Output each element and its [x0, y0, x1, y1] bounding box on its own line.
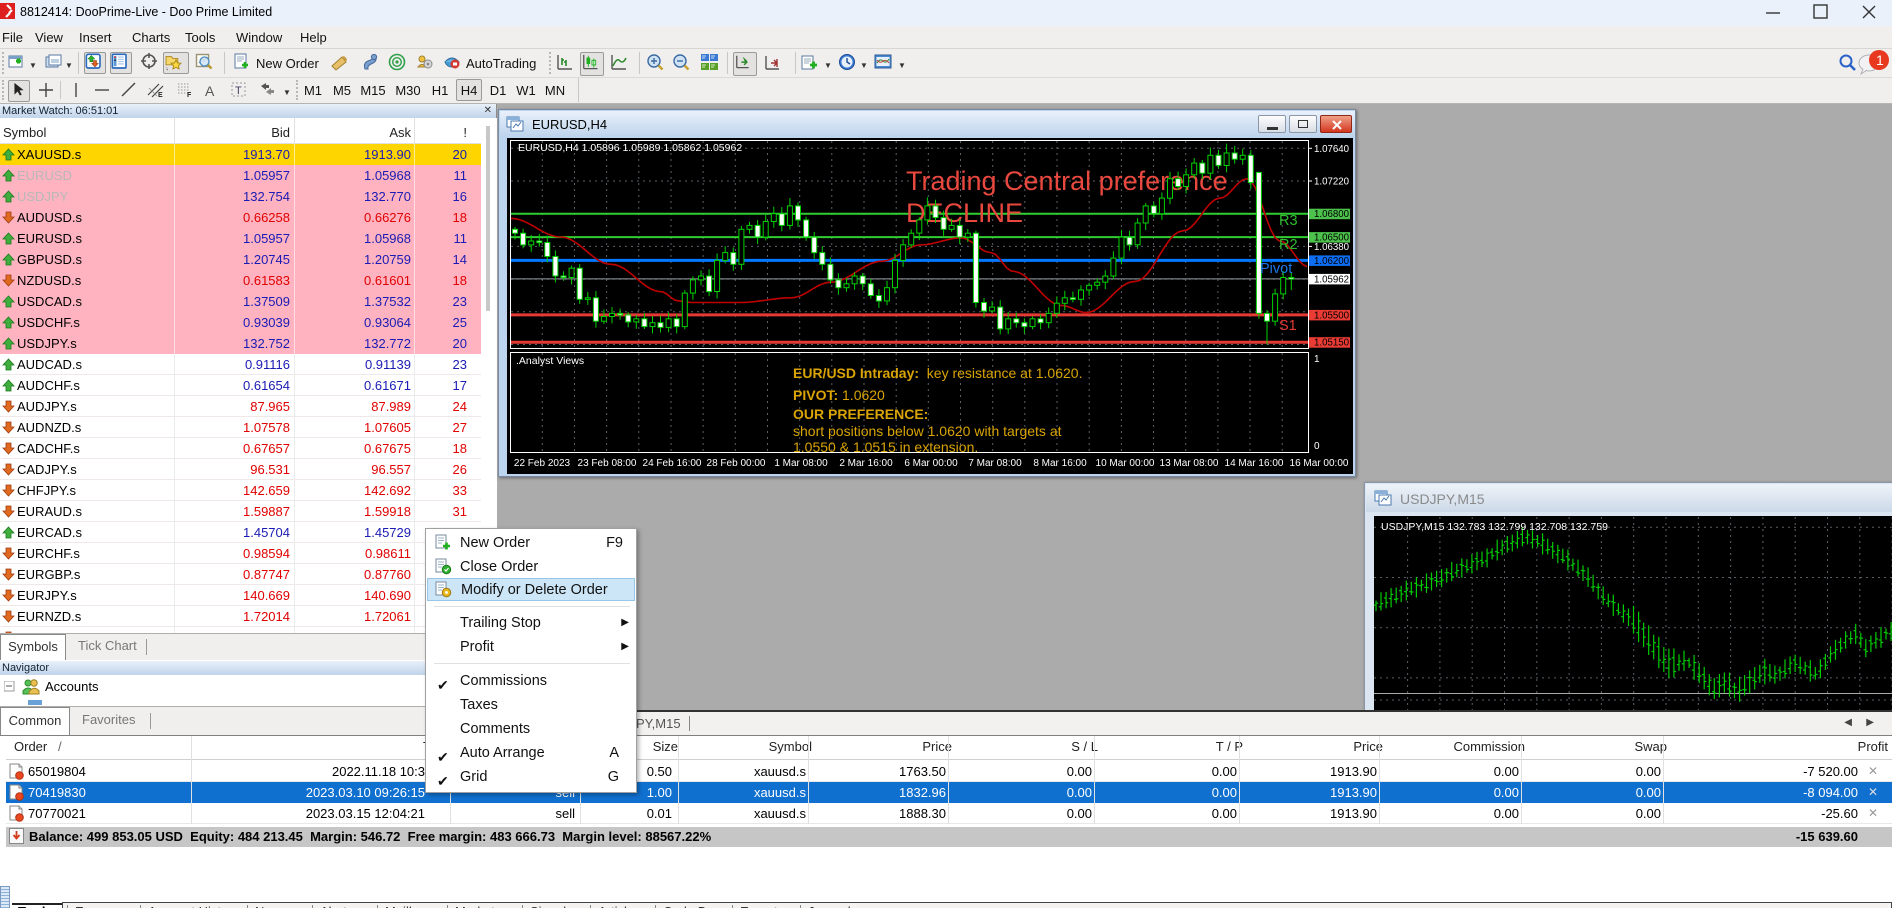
- svg-text:Pivot: Pivot: [1260, 261, 1292, 277]
- svg-text:8 Mar 16:00: 8 Mar 16:00: [1033, 458, 1087, 469]
- svg-text:1.05962: 1.05962: [1314, 274, 1349, 285]
- svg-text:EURUSD,H4 1.05896 1.05989 1.0: EURUSD,H4 1.05896 1.05989 1.05862 1.0596…: [518, 142, 742, 154]
- svg-text:USDJPY,M15 132.783 132.799 13: USDJPY,M15 132.783 132.799 132.708 132.7…: [1381, 521, 1608, 533]
- svg-text:PIVOT: 1.0620: PIVOT: 1.0620: [793, 387, 885, 403]
- svg-text:1 Mar 08:00: 1 Mar 08:00: [774, 458, 828, 469]
- svg-text:22 Feb 2023: 22 Feb 2023: [514, 458, 571, 469]
- svg-text:14 Mar 16:00: 14 Mar 16:00: [1225, 458, 1284, 469]
- svg-text:T: T: [235, 85, 242, 97]
- svg-text:R3: R3: [1279, 213, 1298, 229]
- svg-text:S1: S1: [1279, 318, 1297, 334]
- svg-text:28 Feb 00:00: 28 Feb 00:00: [707, 458, 766, 469]
- svg-text:OUR PREFERENCE:: OUR PREFERENCE:: [793, 406, 928, 422]
- svg-text:1.07640: 1.07640: [1314, 144, 1350, 155]
- svg-text:2 Mar 16:00: 2 Mar 16:00: [839, 458, 893, 469]
- svg-text:F: F: [187, 92, 192, 99]
- svg-text:1: 1: [1876, 52, 1884, 68]
- svg-text:10 Mar 00:00: 10 Mar 00:00: [1096, 458, 1155, 469]
- svg-text:1.0550 & 1.0515 in extension.: 1.0550 & 1.0515 in extension.: [793, 439, 978, 455]
- svg-text:7 Mar 08:00: 7 Mar 08:00: [968, 458, 1022, 469]
- svg-text:1.06800: 1.06800: [1314, 209, 1350, 220]
- svg-text:1.06500: 1.06500: [1314, 233, 1350, 244]
- svg-text:6 Mar 00:00: 6 Mar 00:00: [904, 458, 958, 469]
- svg-text:.Analyst Views: .Analyst Views: [516, 355, 584, 367]
- svg-text:1: 1: [1314, 354, 1320, 365]
- svg-text:1.05500: 1.05500: [1314, 310, 1350, 321]
- svg-text:short positions below 1.0620 w: short positions below 1.0620 with target…: [793, 423, 1062, 439]
- svg-text:EUR/USD Intraday: key resista: EUR/USD Intraday: key resistance at 1.06…: [793, 365, 1082, 381]
- svg-text:1.07220: 1.07220: [1314, 177, 1350, 188]
- svg-text:1.05150: 1.05150: [1314, 338, 1350, 349]
- svg-text:R2: R2: [1279, 237, 1298, 253]
- svg-text:13 Mar 08:00: 13 Mar 08:00: [1160, 458, 1219, 469]
- svg-text:23 Feb 08:00: 23 Feb 08:00: [578, 458, 637, 469]
- svg-text:24 Feb 16:00: 24 Feb 16:00: [643, 458, 702, 469]
- svg-text:0: 0: [1314, 441, 1320, 452]
- svg-text:16 Mar 00:00: 16 Mar 00:00: [1290, 458, 1349, 469]
- svg-text:1.06200: 1.06200: [1314, 256, 1350, 267]
- svg-text:E: E: [158, 92, 163, 99]
- svg-text:DECLINE: DECLINE: [906, 198, 1023, 228]
